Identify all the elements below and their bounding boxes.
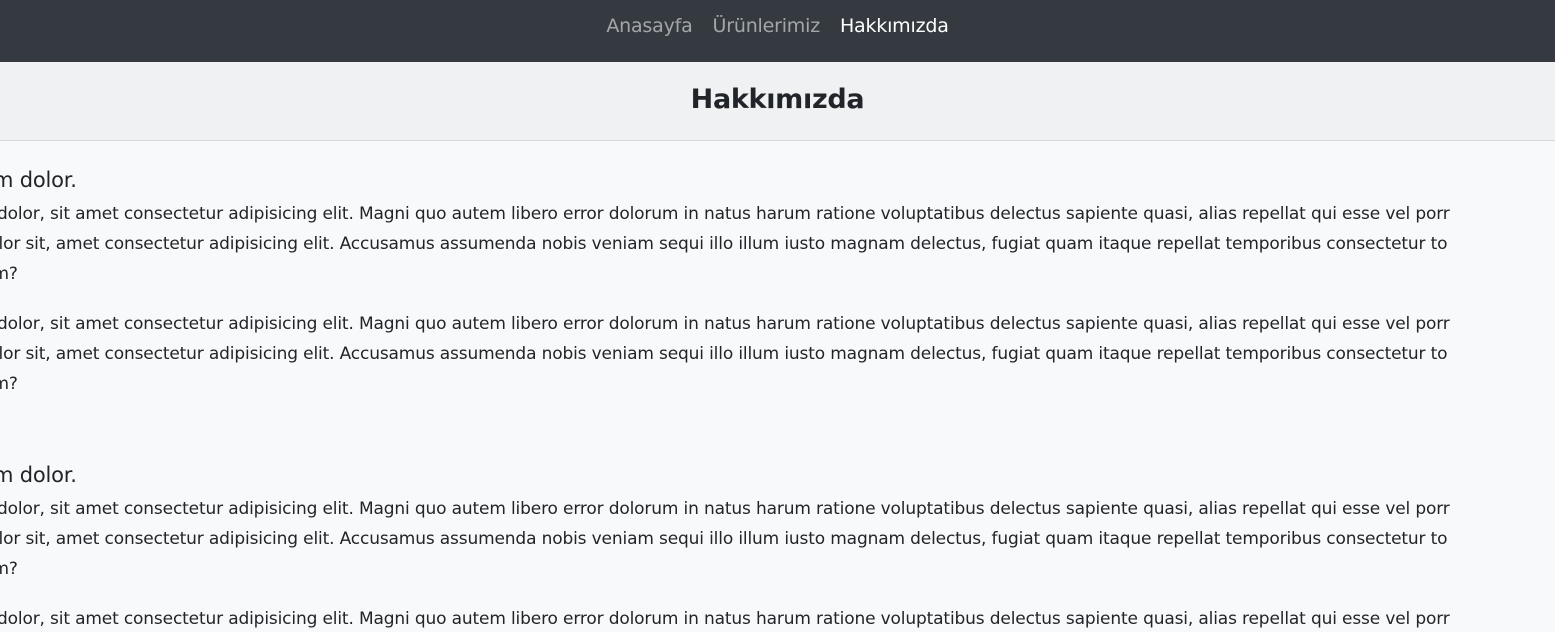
paragraph: sum dolor, sit amet consectetur adipisic… [0, 494, 1450, 584]
paragraph-line: m dolor sit, amet consectetur adipisicin… [0, 344, 1448, 364]
paragraph-line: m dolor sit, amet consectetur adipisicin… [0, 234, 1448, 254]
paragraph-line: sum dolor, sit amet consectetur adipisic… [0, 609, 1450, 629]
paragraph-line: o eum? [0, 374, 18, 394]
nav-menu: Anasayfa Ürünlerimiz Hakkımızda [0, 0, 1555, 52]
nav-item-about: Hakkımızda [840, 15, 949, 37]
nav-link-about[interactable]: Hakkımızda [840, 15, 949, 37]
section-heading: psum dolor. [0, 168, 77, 192]
nav-item-products: Ürünlerimiz [713, 15, 821, 37]
paragraph: sum dolor, sit amet consectetur adipisic… [0, 604, 1450, 632]
nav-link-home[interactable]: Anasayfa [606, 15, 692, 37]
paragraph-line: sum dolor, sit amet consectetur adipisic… [0, 499, 1450, 519]
paragraph-line: sum dolor, sit amet consectetur adipisic… [0, 204, 1450, 224]
paragraph-line: sum dolor, sit amet consectetur adipisic… [0, 314, 1450, 334]
paragraph-line: o eum? [0, 264, 18, 284]
top-navbar: Anasayfa Ürünlerimiz Hakkımızda [0, 0, 1555, 62]
paragraph-line: m dolor sit, amet consectetur adipisicin… [0, 529, 1448, 549]
paragraph: sum dolor, sit amet consectetur adipisic… [0, 309, 1450, 399]
paragraph-line: o eum? [0, 559, 18, 579]
nav-item-home: Anasayfa [606, 15, 692, 37]
main-content: psum dolor. sum dolor, sit amet consecte… [0, 141, 1555, 632]
page-header: Hakkımızda [0, 62, 1555, 141]
nav-link-products[interactable]: Ürünlerimiz [713, 15, 821, 37]
page-title: Hakkımızda [690, 84, 865, 115]
section-heading: psum dolor. [0, 463, 77, 487]
paragraph: sum dolor, sit amet consectetur adipisic… [0, 199, 1450, 289]
